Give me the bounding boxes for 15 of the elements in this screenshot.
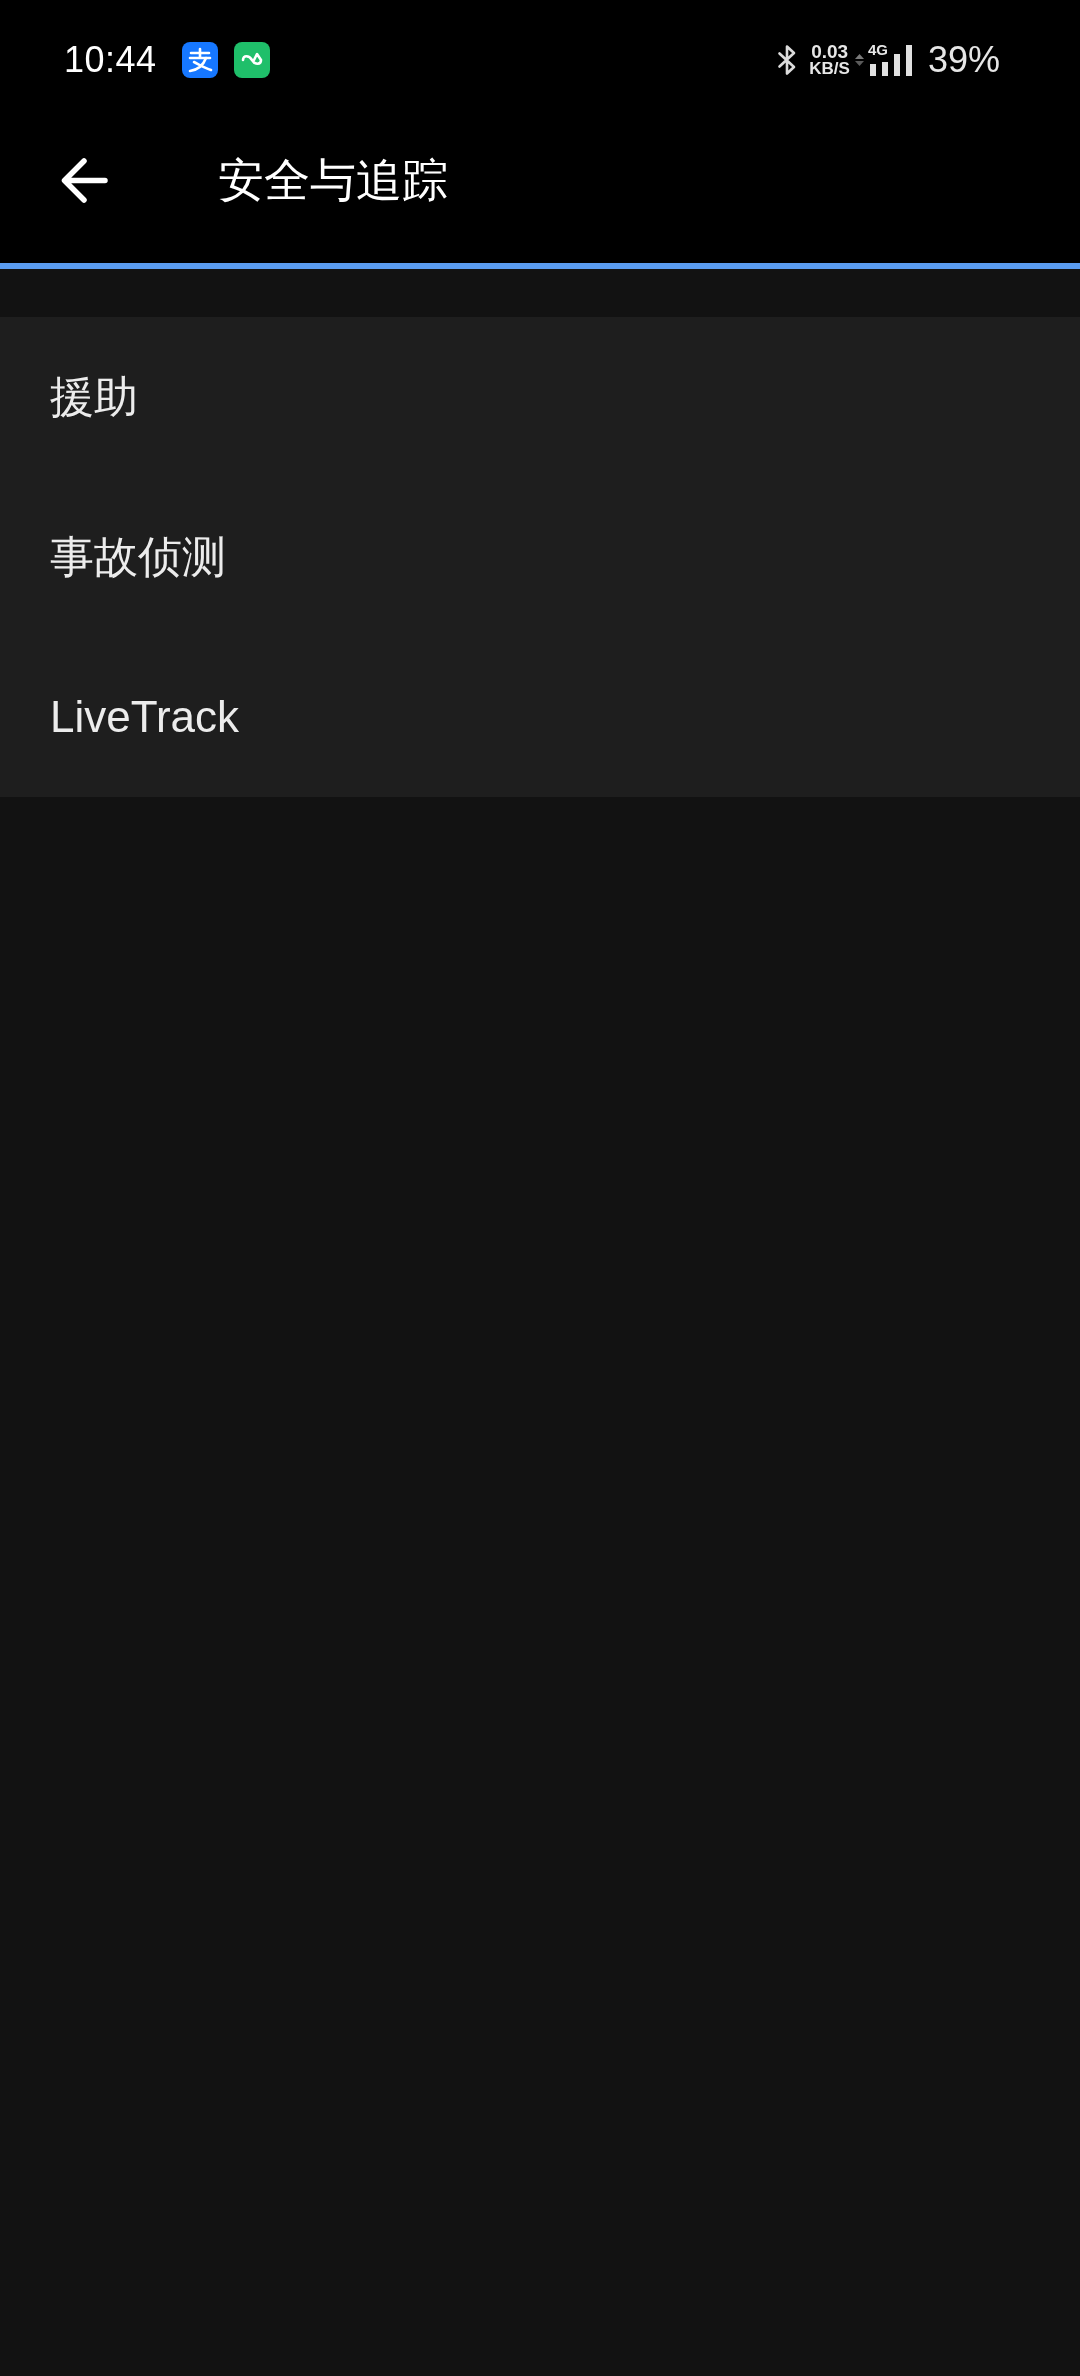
app-notification-icon: [181, 42, 218, 78]
page-title: 安全与追踪: [218, 152, 448, 209]
back-arrow-icon[interactable]: [60, 157, 108, 204]
bluetooth-icon: [777, 44, 798, 76]
menu-item[interactable]: LiveTrack: [0, 637, 1080, 797]
status-time: 10:44: [64, 42, 157, 78]
app-notification-icon: [233, 42, 270, 78]
cell-signal-icon: [867, 44, 912, 76]
network-speed-unit: KB/S: [809, 59, 850, 77]
network-speed-value: 0.03: [811, 43, 849, 60]
network-type-label: 4G: [867, 41, 888, 57]
data-activity-icon: [854, 54, 864, 66]
menu-item[interactable]: 援助: [0, 317, 1080, 477]
menu-item[interactable]: 事故侦测: [0, 477, 1080, 637]
battery-percentage: 39%: [927, 42, 1000, 78]
